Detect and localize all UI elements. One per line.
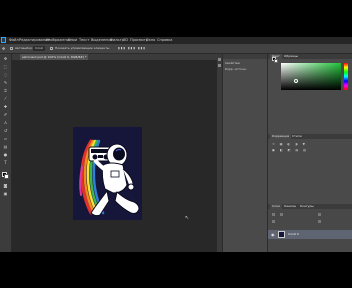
background-color-swatch[interactable] [4,174,9,179]
layer-thumbnail [278,231,285,238]
menu-layers[interactable]: Слои [68,37,77,44]
right-panels: Цвет Образцы Коррекция Стили ☼ ▦ ◐ ◑ ▼ ▣… [267,54,352,252]
quick-select-tool-icon[interactable]: ✎ [3,81,8,85]
menu-file[interactable]: Файл [9,37,19,44]
properties-label[interactable]: Свойства [225,61,240,65]
opacity-field[interactable] [318,213,321,216]
history-brush-tool-icon[interactable]: ↺ [3,129,8,133]
show-transform-label: Показать управляющие элементы [55,46,110,50]
text-tool-icon[interactable]: T [3,161,8,165]
tab-styles[interactable]: Стили [290,134,304,139]
photoshop-window: Файл Редактирование Изображение Слои Тек… [0,37,352,252]
healing-tool-icon[interactable]: ✚ [3,105,8,109]
screen-mode-icon[interactable]: ▣ [3,192,8,196]
align-icons[interactable]: ▮▮▮ ▮▮▮ ▮▮▮ [118,46,146,51]
adjustments-panel-header: Коррекция Стили [268,134,352,139]
eraser-tool-icon[interactable]: ▱ [3,137,8,141]
lasso-tool-icon[interactable]: ◌ [3,73,8,77]
auto-select-mode-dropdown[interactable]: Слой [33,46,45,51]
mouse-cursor-icon: ↖ [185,215,190,221]
picker-handle[interactable] [294,79,298,83]
tab-paths[interactable]: Контуры [298,204,316,209]
auto-select-checkbox[interactable] [10,47,13,50]
menu-help[interactable]: Справка [157,37,172,44]
menu-select[interactable]: Выделение [91,37,112,44]
menu-window[interactable]: Окно [146,37,155,44]
brush-tool-icon[interactable]: ✐ [3,113,8,117]
color-panel-header: Цвет Образцы [268,54,352,59]
layers-panel: Слои Каналы Контуры ◉ Слой 0 [268,204,352,252]
properties-panel-icon[interactable] [218,64,221,67]
fill-field[interactable] [318,220,321,223]
options-bar: ✥ Автовыбор: Слой Показать управляющие э… [0,44,352,54]
eyedropper-tool-icon[interactable]: ⁄ [3,97,8,101]
move-tool-icon[interactable]: ✥ [3,57,8,61]
background-color-chip[interactable] [274,59,278,63]
layers-panel-header: Слои Каналы Контуры [268,204,352,209]
tab-channels[interactable]: Каналы [282,204,298,209]
tab-swatches[interactable]: Образцы [282,54,300,59]
menu-edit[interactable]: Редактирование [19,37,50,44]
menu-type[interactable]: Текст [79,37,89,44]
properties-panel: Свойства Корр. источн. [222,54,267,252]
visibility-eye-icon[interactable]: ◉ [271,232,275,237]
layer-filter-dropdown[interactable] [272,213,275,216]
astronaut-illustration [79,139,140,217]
show-transform-checkbox[interactable] [50,47,53,50]
tab-adjustments[interactable]: Коррекция [270,134,292,139]
layer-row-selected[interactable]: ◉ Слой 0 [268,230,352,239]
lock-icons[interactable] [272,220,275,223]
marquee-tool-icon[interactable]: ⬚ [3,65,8,69]
adjustment-icons-row-1[interactable]: ☼ ▦ ◐ ◑ ▼ [272,142,307,146]
stamp-tool-icon[interactable]: ♙ [3,121,8,125]
tab-layers[interactable]: Слои [270,204,282,209]
adjustment-icons-row-2[interactable]: ▣ ◧ ◩ ▤ ▥ [272,148,308,152]
crop-tool-icon[interactable]: ⌗ [3,89,8,93]
history-panel-icon[interactable] [218,58,221,61]
screen: Файл Редактирование Изображение Слои Тек… [0,0,352,288]
move-tool-icon[interactable]: ✥ [2,46,5,51]
menu-bar: Файл Редактирование Изображение Слои Тек… [0,37,352,44]
blend-mode-dropdown[interactable] [280,213,283,216]
tools-panel: ✥ ⬚ ◌ ✎ ⌗ ⁄ ✚ ✐ ♙ ↺ ▱ ▤ ● T ◙ ▣ [0,54,12,252]
menu-3d[interactable]: 3D [123,37,128,44]
menu-filter[interactable]: Фильтр [110,37,124,44]
auto-select-label: Автовыбор: [15,46,34,50]
properties-panel-header [223,54,267,59]
app-logo-icon [1,37,6,43]
color-picker-field[interactable] [281,63,341,90]
astronaut-artwork[interactable] [73,127,142,220]
layer-name[interactable]: Слой 0 [288,232,299,237]
clone-source-label[interactable]: Корр. источн. [225,67,247,71]
canvas-area[interactable]: ↖ [12,60,217,252]
dodge-tool-icon[interactable]: ● [3,153,8,157]
gradient-tool-icon[interactable]: ▤ [3,145,8,149]
hue-slider[interactable] [344,63,348,90]
quick-mask-icon[interactable]: ◙ [3,184,8,188]
